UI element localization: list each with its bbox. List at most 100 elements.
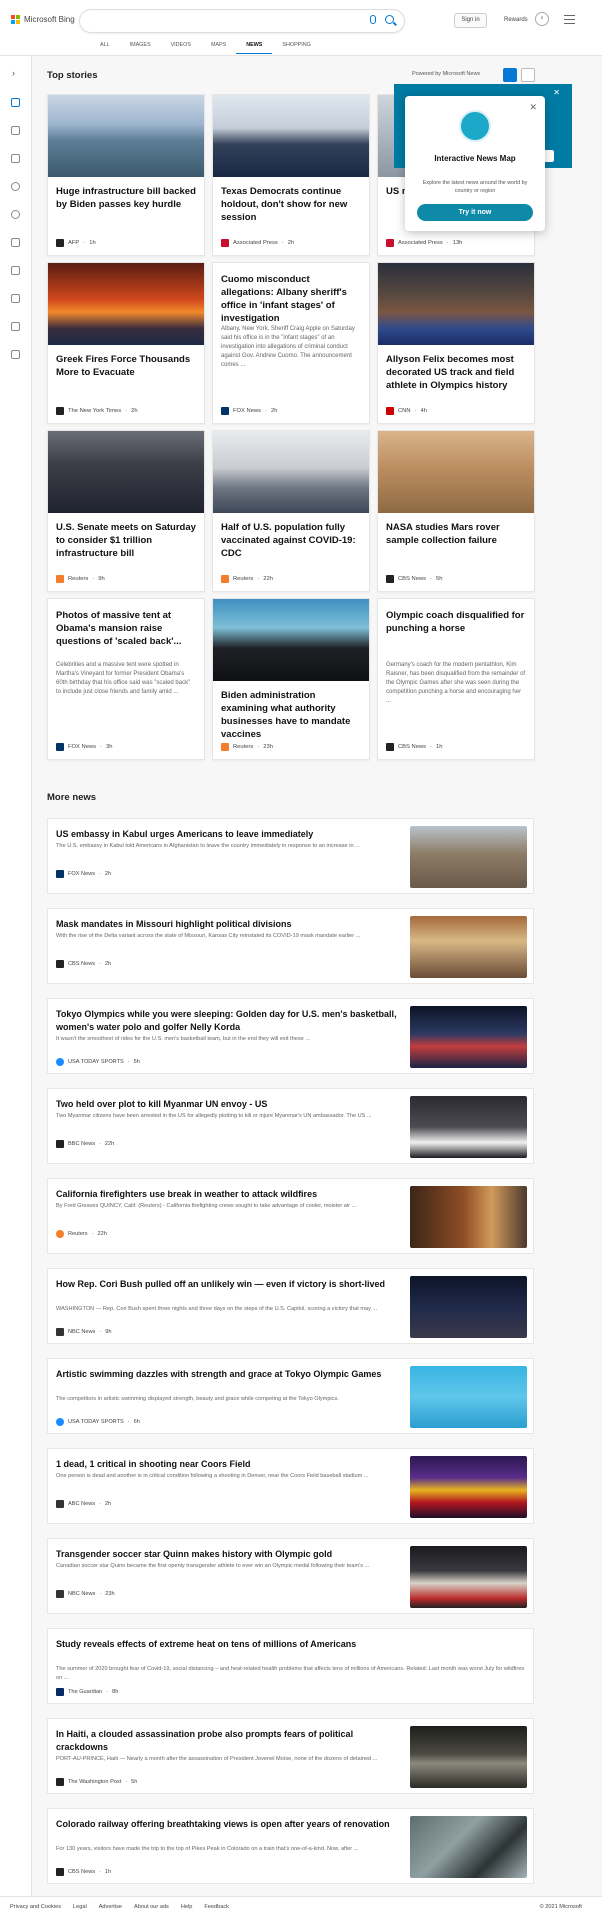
story-card[interactable]: Texas Democrats continue holdout, don't … — [212, 94, 370, 256]
story-card[interactable]: Photos of massive tent at Obama's mansio… — [47, 598, 205, 760]
map-view-icon[interactable] — [521, 68, 535, 82]
running-icon[interactable] — [11, 238, 20, 247]
story-title[interactable]: Cuomo misconduct allegations: Albany she… — [221, 273, 363, 325]
hamburger-menu-icon[interactable] — [564, 15, 575, 24]
story-card[interactable]: Biden administration examining what auth… — [212, 598, 370, 760]
news-thumbnail[interactable] — [410, 1276, 527, 1338]
news-title[interactable]: Transgender soccer star Quinn makes hist… — [56, 1548, 398, 1561]
story-card[interactable]: Half of U.S. population fully vaccinated… — [212, 430, 370, 592]
news-list-item[interactable]: Mask mandates in Missouri highlight poli… — [47, 908, 534, 984]
story-card[interactable]: Cuomo misconduct allegations: Albany she… — [212, 262, 370, 424]
story-image[interactable] — [213, 599, 369, 681]
news-thumbnail[interactable] — [410, 826, 527, 888]
story-card[interactable]: Greek Fires Force Thousands More to Evac… — [47, 262, 205, 424]
tab-news[interactable]: NEWS — [236, 40, 273, 54]
car-icon[interactable] — [11, 350, 20, 359]
news-thumbnail[interactable] — [410, 1366, 527, 1428]
news-list-item[interactable]: Colorado railway offering breathtaking v… — [47, 1808, 534, 1884]
news-title[interactable]: 1 dead, 1 critical in shooting near Coor… — [56, 1458, 398, 1471]
news-title[interactable]: How Rep. Cori Bush pulled off an unlikel… — [56, 1278, 398, 1291]
news-thumbnail[interactable] — [410, 1816, 527, 1878]
story-title[interactable]: Greek Fires Force Thousands More to Evac… — [56, 353, 198, 379]
sign-in-button[interactable]: Sign in — [454, 13, 487, 28]
story-title[interactable]: U.S. Senate meets on Saturday to conside… — [56, 521, 198, 560]
microphone-icon[interactable] — [370, 15, 376, 24]
news-thumbnail[interactable] — [410, 1186, 527, 1248]
flag-icon[interactable] — [11, 154, 20, 163]
news-title[interactable]: Mask mandates in Missouri highlight poli… — [56, 918, 398, 931]
footer-link-legal[interactable]: Legal — [73, 1904, 87, 1910]
news-thumbnail[interactable] — [410, 1546, 527, 1608]
tab-videos[interactable]: VIDEOS — [161, 40, 201, 54]
story-title[interactable]: NASA studies Mars rover sample collectio… — [386, 521, 528, 547]
story-image[interactable] — [213, 431, 369, 513]
news-list-item[interactable]: How Rep. Cori Bush pulled off an unlikel… — [47, 1268, 534, 1344]
story-image[interactable] — [48, 431, 204, 513]
tools-icon[interactable] — [11, 126, 20, 135]
news-thumbnail[interactable] — [410, 916, 527, 978]
story-card[interactable]: NASA studies Mars rover sample collectio… — [377, 430, 535, 592]
search-icon[interactable] — [385, 15, 394, 24]
tab-shopping[interactable]: SHOPPING — [272, 40, 320, 54]
story-title[interactable]: Allyson Felix becomes most decorated US … — [386, 353, 528, 392]
news-title[interactable]: Artistic swimming dazzles with strength … — [56, 1368, 398, 1381]
banner-close-icon[interactable]: ✕ — [553, 88, 560, 97]
footer-link-privacy[interactable]: Privacy and Cookies — [10, 1904, 61, 1910]
story-title[interactable]: Half of U.S. population fully vaccinated… — [221, 521, 363, 560]
footer-link-about-ads[interactable]: About our ads — [134, 1904, 169, 1910]
footer-link-help[interactable]: Help — [181, 1904, 193, 1910]
story-card[interactable]: Huge infrastructure bill backed by Biden… — [47, 94, 205, 256]
news-title[interactable]: Tokyo Olympics while you were sleeping: … — [56, 1008, 398, 1034]
story-card[interactable]: U.S. Senate meets on Saturday to conside… — [47, 430, 205, 592]
try-it-now-button[interactable]: Try it now — [417, 204, 533, 221]
tab-maps[interactable]: MAPS — [201, 40, 236, 54]
news-list-item[interactable]: Two held over plot to kill Myanmar UN en… — [47, 1088, 534, 1164]
story-title[interactable]: Huge infrastructure bill backed by Biden… — [56, 185, 198, 211]
tab-images[interactable]: IMAGES — [120, 40, 161, 54]
rewards-trophy-icon[interactable]: ♀ — [535, 12, 549, 26]
story-image[interactable] — [378, 431, 534, 513]
news-list-item[interactable]: Tokyo Olympics while you were sleeping: … — [47, 998, 534, 1074]
expand-chevron-icon[interactable]: › — [12, 68, 15, 78]
footer-link-feedback[interactable]: Feedback — [204, 1904, 229, 1910]
globe-icon[interactable] — [11, 210, 20, 219]
story-title[interactable]: Olympic coach disqualified for punching … — [386, 609, 528, 635]
news-thumbnail[interactable] — [410, 1096, 527, 1158]
news-list-item[interactable]: California firefighters use break in wea… — [47, 1178, 534, 1254]
news-title[interactable]: Two held over plot to kill Myanmar UN en… — [56, 1098, 398, 1111]
bing-logo[interactable]: Microsoft Bing — [11, 15, 75, 24]
location-pin-icon[interactable] — [11, 182, 20, 191]
story-card[interactable]: Olympic coach disqualified for punching … — [377, 598, 535, 760]
story-image[interactable] — [48, 95, 204, 177]
grid-view-icon[interactable] — [503, 68, 517, 82]
close-icon[interactable]: ✕ — [529, 102, 537, 113]
news-title[interactable]: Colorado railway offering breathtaking v… — [56, 1818, 398, 1831]
news-list-item[interactable]: Artistic swimming dazzles with strength … — [47, 1358, 534, 1434]
story-image[interactable] — [378, 263, 534, 345]
news-list-item[interactable]: Transgender soccer star Quinn makes hist… — [47, 1538, 534, 1614]
story-title[interactable]: Texas Democrats continue holdout, don't … — [221, 185, 363, 224]
story-image[interactable] — [213, 95, 369, 177]
rocket-icon[interactable] — [11, 266, 20, 275]
news-title[interactable]: California firefighters use break in wea… — [56, 1188, 398, 1201]
news-list-item[interactable]: In Haiti, a clouded assassination probe … — [47, 1718, 534, 1794]
news-title[interactable]: US embassy in Kabul urges Americans to l… — [56, 828, 398, 841]
news-thumbnail[interactable] — [410, 1006, 527, 1068]
search-input[interactable] — [80, 10, 404, 32]
story-image[interactable] — [48, 263, 204, 345]
tab-all[interactable]: ALL — [90, 40, 120, 54]
footer-link-advertise[interactable]: Advertise — [99, 1904, 122, 1910]
story-title[interactable]: Biden administration examining what auth… — [221, 689, 363, 741]
story-title[interactable]: Photos of massive tent at Obama's mansio… — [56, 609, 198, 648]
news-title[interactable]: Study reveals effects of extreme heat on… — [56, 1638, 526, 1651]
film-icon[interactable] — [11, 294, 20, 303]
news-title[interactable]: In Haiti, a clouded assassination probe … — [56, 1728, 398, 1754]
news-list-item[interactable]: Study reveals effects of extreme heat on… — [47, 1628, 534, 1704]
bank-icon[interactable] — [11, 322, 20, 331]
news-thumbnail[interactable] — [410, 1456, 527, 1518]
rewards-label[interactable]: Rewards — [504, 17, 528, 23]
story-card[interactable]: Allyson Felix becomes most decorated US … — [377, 262, 535, 424]
news-list-item[interactable]: 1 dead, 1 critical in shooting near Coor… — [47, 1448, 534, 1524]
home-icon[interactable] — [11, 98, 20, 107]
news-thumbnail[interactable] — [410, 1726, 527, 1788]
